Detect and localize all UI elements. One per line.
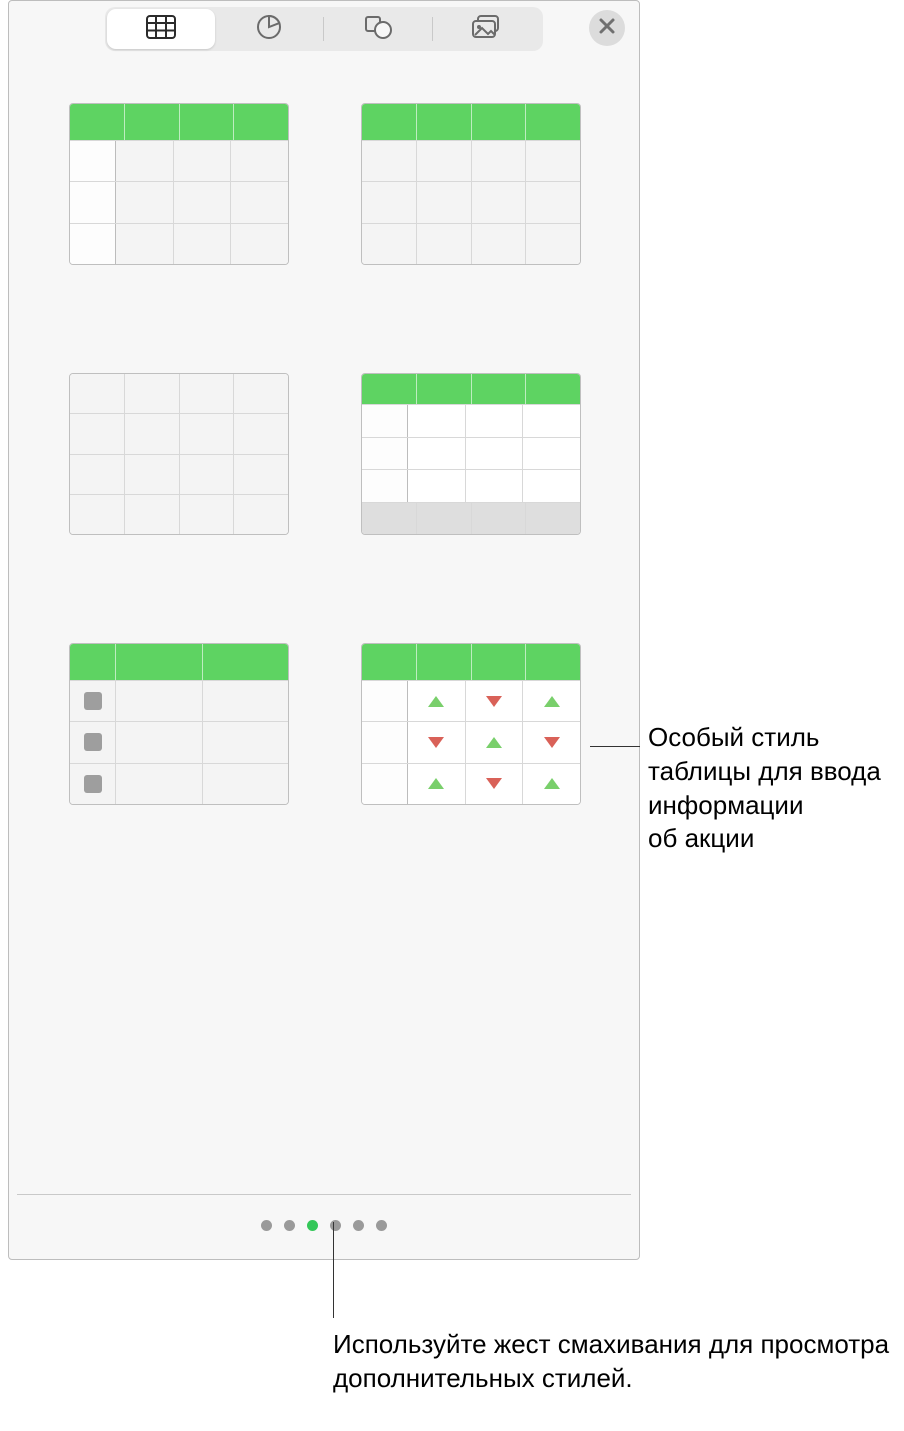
triangle-up-icon [428,696,444,707]
table-style-green-header-footer[interactable] [361,373,581,535]
triangle-up-icon [428,778,444,789]
triangle-up-icon [544,696,560,707]
table-style-green-header-firstcol[interactable] [69,103,289,265]
media-tab[interactable] [433,9,541,49]
callout-leader-line [590,746,640,747]
callout-leader-line [333,1222,334,1318]
media-icon [471,14,503,45]
triangle-down-icon [544,737,560,748]
page-dot-5[interactable] [353,1220,364,1231]
table-style-plain-no-header[interactable] [69,373,289,535]
page-dot-4[interactable] [330,1220,341,1231]
insert-panel [8,0,640,1260]
table-style-green-header-plain[interactable] [361,103,581,265]
pie-chart-icon [255,13,283,46]
page-dot-6[interactable] [376,1220,387,1231]
pager-separator [17,1194,631,1195]
triangle-up-icon [486,737,502,748]
shape-tab[interactable] [324,9,432,49]
table-style-grid [9,53,639,825]
page-dot-2[interactable] [284,1220,295,1231]
insert-category-segmented [105,7,543,51]
checkbox-icon [84,733,102,751]
page-indicator [9,1220,639,1231]
checkbox-icon [84,775,102,793]
shapes-icon [363,14,393,45]
chart-tab[interactable] [215,9,323,49]
page-dot-1[interactable] [261,1220,272,1231]
callout-swipe-hint-text: Используйте жест смахивания для просмотр… [333,1328,893,1396]
triangle-up-icon [544,778,560,789]
close-icon [598,17,616,40]
callout-stock-style-text: Особый стиль таблицы для ввода информаци… [648,721,898,856]
table-tab[interactable] [107,9,215,49]
checkbox-icon [84,692,102,710]
table-style-green-header-checkbox[interactable] [69,643,289,805]
table-icon [146,15,176,44]
page-dot-3[interactable] [307,1220,318,1231]
triangle-down-icon [428,737,444,748]
triangle-down-icon [486,696,502,707]
insert-toolbar [9,1,639,53]
table-style-green-header-stock[interactable] [361,643,581,805]
triangle-down-icon [486,778,502,789]
close-button[interactable] [589,10,625,46]
